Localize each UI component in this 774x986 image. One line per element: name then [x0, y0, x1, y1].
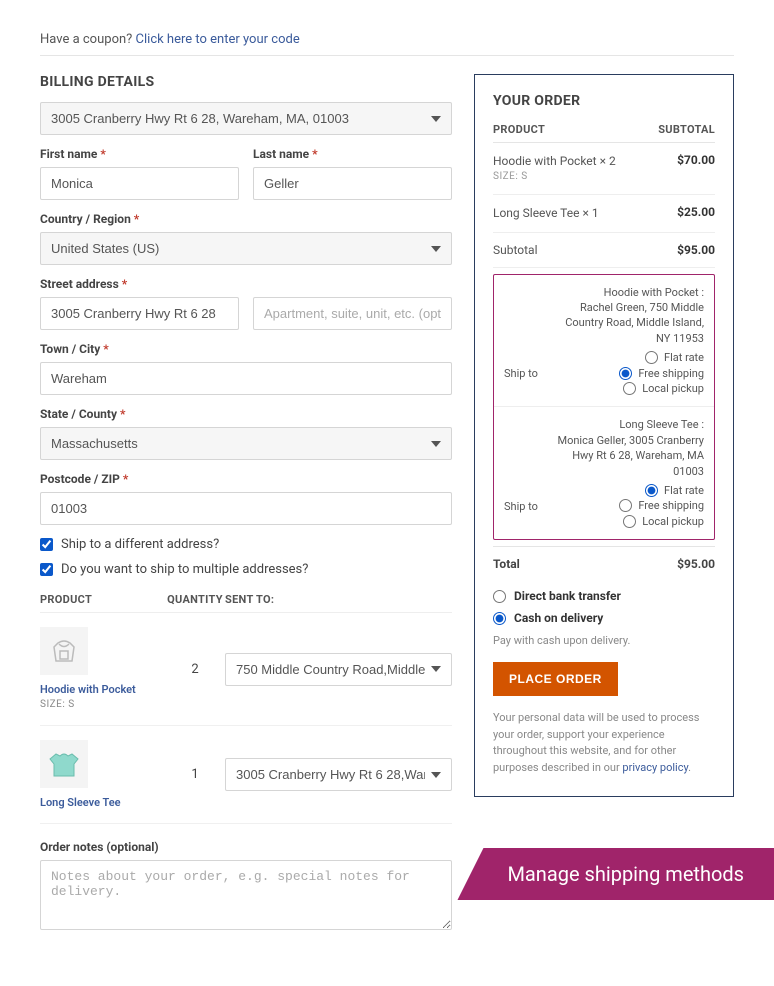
col-product: PRODUCT: [40, 593, 165, 606]
coupon-notice: Have a coupon? Click here to enter your …: [40, 32, 734, 56]
order-item: Hoodie with Pocket × 2 SIZE: S $70.00: [493, 143, 715, 195]
ship-opt-free[interactable]: Free shipping: [554, 498, 704, 513]
product-thumb-tee: [40, 740, 88, 788]
qty-cell: 1: [165, 767, 225, 782]
total-row: Total $95.00: [493, 546, 715, 581]
product-thumb-hoodie: [40, 627, 88, 675]
product-name[interactable]: Long Sleeve Tee: [40, 796, 165, 809]
subtotal-label: Subtotal: [493, 243, 538, 257]
coupon-text: Have a coupon?: [40, 32, 136, 47]
ship-address: Monica Geller, 3005 Cranberry Hwy Rt 6 2…: [554, 433, 704, 479]
saved-address-select[interactable]: 3005 Cranberry Hwy Rt 6 28, Wareham, MA,…: [40, 102, 452, 135]
ship-multi-box[interactable]: [40, 563, 53, 576]
coupon-link[interactable]: Click here to enter your code: [136, 32, 300, 47]
subtotal-price: $95.00: [677, 243, 715, 257]
total-price: $95.00: [677, 557, 715, 571]
last-name-label: Last name *: [253, 147, 452, 161]
billing-column: BILLING DETAILS 3005 Cranberry Hwy Rt 6 …: [40, 74, 452, 946]
ship-opt-free[interactable]: Free shipping: [554, 366, 704, 381]
ship-opt-flat[interactable]: Flat rate: [554, 350, 704, 365]
postcode-label: Postcode / ZIP *: [40, 472, 452, 486]
ship-block: Ship to Long Sleeve Tee : Monica Geller,…: [494, 407, 714, 539]
banner-shipping-methods: Manage shipping methods: [457, 848, 774, 900]
sent-to-select[interactable]: 750 Middle Country Road,Middle Island,NY…: [225, 653, 452, 686]
order-summary: YOUR ORDER PRODUCT SUBTOTAL Hoodie with …: [474, 74, 734, 797]
last-name-input[interactable]: [253, 167, 452, 200]
ship-different-box[interactable]: [40, 538, 53, 551]
ship-title: Hoodie with Pocket :: [554, 285, 704, 300]
ship-different-checkbox[interactable]: Ship to a different address?: [40, 537, 452, 552]
pay-cash-on-delivery[interactable]: Cash on delivery: [493, 611, 715, 625]
order-item-name: Long Sleeve Tee × 1: [493, 205, 599, 222]
shipping-section: Ship to Hoodie with Pocket : Rachel Gree…: [493, 274, 715, 540]
ship-table-header: PRODUCT QUANTITY SENT TO:: [40, 587, 452, 613]
state-label: State / County *: [40, 407, 452, 421]
pay-bank-transfer[interactable]: Direct bank transfer: [493, 589, 715, 603]
town-input[interactable]: [40, 362, 452, 395]
order-item-name: Hoodie with Pocket × 2: [493, 153, 616, 170]
sent-to-select[interactable]: 3005 Cranberry Hwy Rt 6 28,Wareham,MA,: [225, 758, 452, 791]
product-meta: SIZE: S: [40, 699, 75, 710]
sum-header-product: PRODUCT: [493, 123, 545, 136]
street2-input[interactable]: [253, 297, 452, 330]
ship-multi-checkbox[interactable]: Do you want to ship to multiple addresse…: [40, 562, 452, 577]
order-item-meta: SIZE: S: [493, 170, 616, 184]
order-heading: YOUR ORDER: [493, 93, 715, 109]
col-sent: SENT TO:: [225, 593, 452, 606]
pay-description: Pay with cash upon delivery.: [493, 633, 715, 648]
country-select[interactable]: United States (US): [40, 232, 452, 265]
country-label: Country / Region *: [40, 212, 452, 226]
ship-opt-pickup[interactable]: Local pickup: [554, 514, 704, 529]
order-item-price: $25.00: [677, 205, 715, 219]
ship-row: Hoodie with Pocket SIZE: S 2 750 Middle …: [40, 613, 452, 726]
street1-input[interactable]: [40, 297, 239, 330]
ship-opt-flat[interactable]: Flat rate: [554, 483, 704, 498]
state-select[interactable]: Massachusetts: [40, 427, 452, 460]
ship-to-label: Ship to: [504, 500, 554, 529]
product-name[interactable]: Hoodie with Pocket: [40, 683, 165, 696]
qty-cell: 2: [165, 662, 225, 677]
ship-row: Long Sleeve Tee 1 3005 Cranberry Hwy Rt …: [40, 726, 452, 824]
order-notes-label: Order notes (optional): [40, 840, 452, 854]
billing-heading: BILLING DETAILS: [40, 74, 452, 90]
subtotal-row: Subtotal $95.00: [493, 233, 715, 268]
order-item-price: $70.00: [677, 153, 715, 167]
total-label: Total: [493, 557, 520, 571]
street-label: Street address *: [40, 277, 452, 291]
privacy-link[interactable]: privacy policy: [622, 761, 688, 774]
sum-header-subtotal: SUBTOTAL: [658, 123, 715, 136]
town-label: Town / City *: [40, 342, 452, 356]
first-name-input[interactable]: [40, 167, 239, 200]
order-notes-textarea[interactable]: [40, 860, 452, 930]
ship-title: Long Sleeve Tee :: [554, 417, 704, 432]
ship-block: Ship to Hoodie with Pocket : Rachel Gree…: [494, 275, 714, 408]
privacy-text: Your personal data will be used to proce…: [493, 710, 715, 776]
ship-opt-pickup[interactable]: Local pickup: [554, 381, 704, 396]
place-order-button[interactable]: PLACE ORDER: [493, 662, 618, 696]
postcode-input[interactable]: [40, 492, 452, 525]
col-quantity: QUANTITY: [165, 593, 225, 606]
order-item: Long Sleeve Tee × 1 $25.00: [493, 195, 715, 233]
first-name-label: First name *: [40, 147, 239, 161]
ship-to-label: Ship to: [504, 367, 554, 396]
ship-address: Rachel Green, 750 Middle Country Road, M…: [554, 300, 704, 346]
